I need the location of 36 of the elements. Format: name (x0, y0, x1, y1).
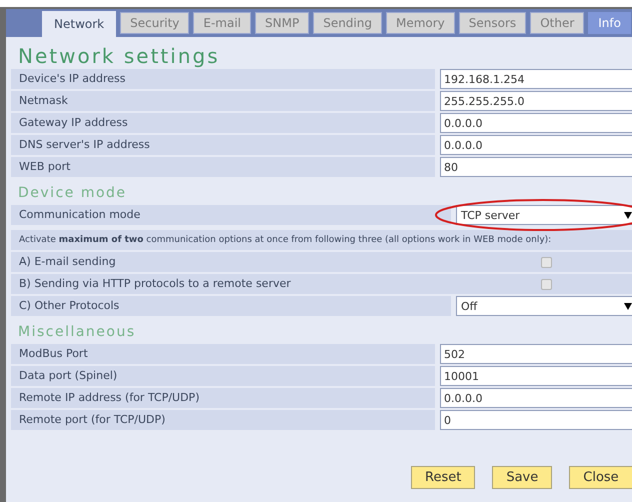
input-field[interactable]: 10001 (440, 366, 632, 386)
checkbox[interactable] (541, 278, 552, 290)
note-text: Activate maximum of two communication options at once from following three (all options work in WEB mode only): (11, 230, 632, 250)
input-field[interactable]: 0.0.0.0 (440, 113, 632, 133)
caret-icon (624, 302, 632, 310)
field-label: WEB port (11, 157, 435, 177)
action-button[interactable]: Reset (411, 466, 476, 489)
caret-icon (624, 212, 632, 218)
field-label: A) E-mail sending (11, 252, 451, 272)
input-field[interactable]: 192.168.1.254 (440, 69, 632, 89)
field-label: Gateway IP address (11, 113, 435, 133)
section-heading: Network settings (17, 43, 221, 69)
field-label: ModBus Port (11, 344, 435, 364)
field-label: Remote port (for TCP/UDP) (11, 410, 435, 430)
dropdown[interactable]: TCP server (456, 205, 632, 225)
field-label: Data port (Spinel) (11, 366, 435, 386)
field-label: DNS server's IP address (11, 135, 435, 155)
field-label: B) Sending via HTTP protocols to a remote server (11, 274, 451, 294)
action-button[interactable]: Close (569, 466, 632, 489)
input-field[interactable]: 0 (440, 410, 632, 430)
field-label: Communication mode (11, 205, 451, 225)
field-label: Netmask (11, 91, 435, 111)
input-field[interactable]: 255.255.255.0 (440, 91, 632, 111)
tab[interactable]: Network (42, 11, 116, 37)
input-field[interactable]: 80 (440, 157, 632, 177)
field-label: C) Other Protocols (11, 296, 451, 316)
dropdown[interactable]: Off (456, 296, 632, 316)
field-label: Remote IP address (for TCP/UDP) (11, 388, 435, 408)
section-heading: Device mode (17, 184, 128, 201)
input-field[interactable]: 0.0.0.0 (440, 388, 632, 408)
action-button[interactable]: Save (492, 466, 552, 489)
section-heading: Miscellaneous (17, 323, 137, 340)
input-field[interactable]: 502 (440, 344, 632, 364)
checkbox[interactable] (541, 256, 552, 268)
input-field[interactable]: 0.0.0.0 (440, 135, 632, 155)
field-label: Device's IP address (11, 69, 435, 89)
